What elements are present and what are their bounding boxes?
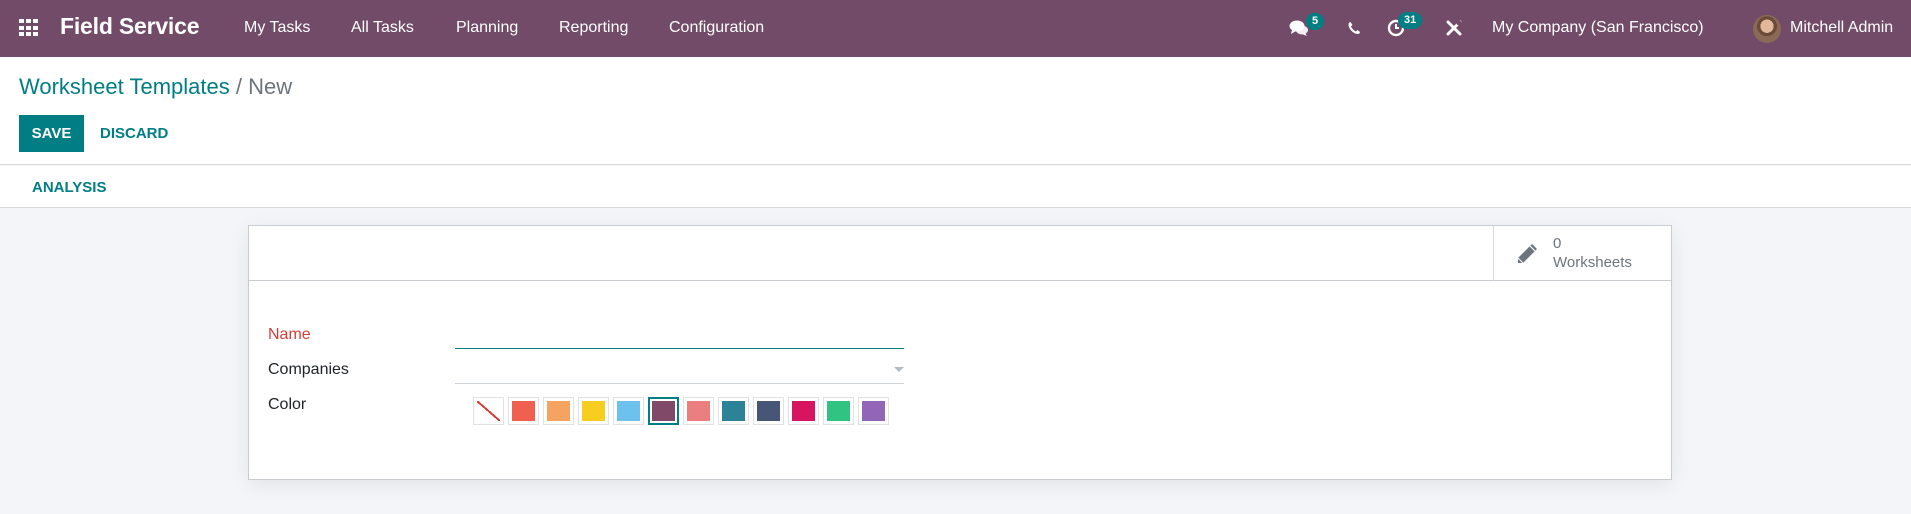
phone-icon — [1348, 22, 1360, 34]
discard-button[interactable]: DISCARD — [92, 115, 176, 152]
user-menu[interactable]: Mitchell Admin — [1790, 19, 1893, 37]
color-fill — [792, 401, 815, 421]
color-fill — [617, 401, 640, 421]
color-fill — [512, 401, 535, 421]
tools-icon — [1446, 20, 1462, 36]
color-swatch-dark-blue[interactable] — [753, 397, 784, 425]
menu-reporting[interactable]: Reporting — [559, 19, 628, 37]
menu-configuration[interactable]: Configuration — [669, 19, 764, 37]
company-switcher[interactable]: My Company (San Francisco) — [1492, 19, 1704, 37]
user-avatar[interactable] — [1753, 15, 1781, 43]
breadcrumb-parent[interactable]: Worksheet Templates — [19, 74, 230, 99]
chevron-down-icon — [894, 367, 904, 372]
form-sheet: 0 Worksheets Name Companies Color — [248, 225, 1672, 480]
color-label: Color — [268, 396, 307, 413]
color-fill — [827, 401, 850, 421]
save-button[interactable]: SAVE — [19, 115, 84, 152]
menu-my-tasks[interactable]: My Tasks — [244, 19, 310, 37]
color-swatch-salmon-pink[interactable] — [683, 397, 714, 425]
color-picker — [473, 397, 893, 425]
top-navbar: Field Service My Tasks All Tasks Plannin… — [0, 0, 1911, 57]
menu-all-tasks[interactable]: All Tasks — [351, 19, 414, 37]
worksheets-stat-button[interactable]: 0 Worksheets — [1493, 226, 1671, 281]
companies-label: Companies — [268, 361, 349, 378]
color-swatch-purple[interactable] — [858, 397, 889, 425]
debug-tools-button[interactable] — [1443, 17, 1465, 39]
pencil-icon — [1517, 244, 1537, 264]
no-color-icon — [477, 401, 500, 421]
breadcrumb-current: New — [248, 74, 293, 99]
name-label: Name — [268, 326, 311, 343]
color-fill — [757, 401, 780, 421]
worksheets-count: 0 — [1553, 235, 1562, 252]
control-panel: Worksheet Templates / New SAVE DISCARD — [0, 57, 1911, 165]
color-swatch-yellow[interactable] — [578, 397, 609, 425]
breadcrumb-separator: / — [235, 74, 242, 99]
phone-button[interactable] — [1343, 17, 1365, 39]
menu-planning[interactable]: Planning — [456, 19, 518, 37]
breadcrumb: Worksheet Templates / New — [19, 74, 292, 100]
color-swatch-light-blue[interactable] — [613, 397, 644, 425]
color-swatch-red[interactable] — [508, 397, 539, 425]
color-fill — [862, 401, 885, 421]
companies-select[interactable] — [455, 354, 904, 384]
color-fill — [652, 401, 675, 421]
color-fill — [547, 401, 570, 421]
color-swatch-no-color[interactable] — [473, 397, 504, 425]
color-swatch-orange[interactable] — [543, 397, 574, 425]
color-fill — [582, 401, 605, 421]
name-input[interactable] — [455, 319, 904, 349]
color-swatch-dark-purple[interactable] — [648, 397, 679, 425]
color-swatch-green[interactable] — [823, 397, 854, 425]
button-box: 0 Worksheets — [249, 226, 1671, 281]
color-fill — [687, 401, 710, 421]
activities-count-badge: 31 — [1398, 12, 1423, 29]
app-name[interactable]: Field Service — [60, 13, 200, 40]
form-header: ANALYSIS — [0, 166, 1911, 208]
worksheets-label: Worksheets — [1553, 254, 1632, 271]
color-swatch-medium-blue[interactable] — [718, 397, 749, 425]
color-fill — [722, 401, 745, 421]
analysis-button[interactable]: ANALYSIS — [24, 174, 114, 200]
messages-count-badge: 5 — [1306, 13, 1325, 30]
color-swatch-fuchsia[interactable] — [788, 397, 819, 425]
apps-menu-icon[interactable] — [19, 19, 39, 37]
